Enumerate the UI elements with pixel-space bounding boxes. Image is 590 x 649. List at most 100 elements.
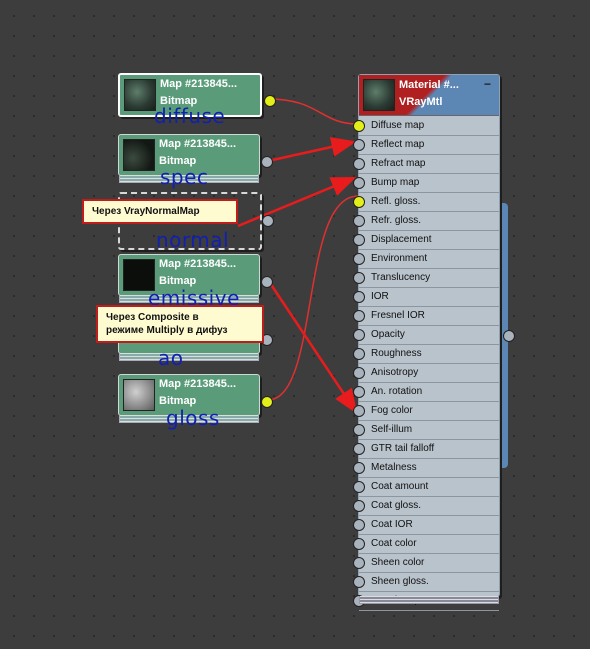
material-slot[interactable]: Fresnel IOR: [353, 308, 499, 326]
slot-label: Sheen color: [371, 557, 425, 568]
gloss-thumbnail: [123, 379, 155, 411]
material-slot[interactable]: Displacement: [353, 232, 499, 250]
arrow-emissive: [266, 279, 358, 415]
output-socket[interactable]: [261, 156, 273, 168]
slot-label: Coat IOR: [371, 519, 413, 530]
slot-label: Coat amount: [371, 481, 429, 492]
node-type: Bitmap: [159, 155, 197, 167]
material-slot[interactable]: Translucency: [353, 270, 499, 288]
material-slot[interactable]: Sheen gloss.: [353, 574, 499, 592]
node-footer: [119, 415, 259, 423]
slot-label: Coat gloss.: [371, 500, 422, 511]
input-socket[interactable]: [353, 500, 365, 512]
input-socket[interactable]: [353, 310, 365, 322]
input-socket[interactable]: [353, 234, 365, 246]
input-socket[interactable]: [353, 481, 365, 493]
node-title: Map #213845...: [160, 78, 238, 90]
material-slot[interactable]: Fog color: [353, 403, 499, 421]
note-ao-line2: режиме Multiply в дифуз: [106, 325, 228, 336]
material-title: Material #...: [399, 79, 459, 91]
slot-label: Fresnel IOR: [371, 310, 425, 321]
diffuse-thumbnail: [124, 79, 156, 111]
slot-label: Translucency: [371, 272, 431, 283]
node-footer: [119, 295, 259, 303]
input-socket[interactable]: [353, 519, 365, 531]
material-slot[interactable]: Coat IOR: [353, 517, 499, 535]
slot-label: Environment: [371, 253, 428, 264]
material-type: VRayMtl: [399, 96, 443, 108]
spec-thumbnail: [123, 139, 155, 171]
bitmap-node-emissive[interactable]: Map #213845... Bitmap: [118, 254, 273, 303]
material-slot[interactable]: Anisotropy: [353, 365, 499, 383]
material-slot[interactable]: Sheen color: [353, 555, 499, 573]
material-slot[interactable]: Diffuse map: [353, 118, 499, 136]
node-footer: [119, 175, 259, 183]
material-slot[interactable]: Environment: [353, 251, 499, 269]
slot-label: Reflect map: [371, 139, 425, 150]
note-normal-text: Через VrayNormalMap: [92, 206, 200, 217]
output-socket[interactable]: [261, 276, 273, 288]
material-slot[interactable]: Refract map: [353, 156, 499, 174]
material-slot[interactable]: An. rotation: [353, 384, 499, 402]
material-slot[interactable]: GTR tail falloff: [353, 441, 499, 459]
slot-label: Fog color: [371, 405, 413, 416]
input-socket[interactable]: [353, 557, 365, 569]
input-socket[interactable]: [353, 253, 365, 265]
slot-label: Self-illum: [371, 424, 413, 435]
material-thumbnail: [363, 79, 395, 111]
note-ao: Через Composite в режиме Multiply в дифу…: [96, 305, 264, 343]
input-socket[interactable]: [353, 272, 365, 284]
slot-label: Refl. gloss.: [371, 196, 421, 207]
node-title: Map #213845...: [159, 378, 237, 390]
input-socket[interactable]: [353, 177, 365, 189]
bitmap-node-diffuse[interactable]: Map #213845... Bitmap: [118, 73, 276, 117]
input-socket[interactable]: [353, 443, 365, 455]
input-socket[interactable]: [353, 158, 365, 170]
material-output-socket[interactable]: [503, 330, 515, 342]
material-header[interactable]: Material #... VRayMtl −: [359, 75, 499, 116]
input-socket[interactable]: [353, 215, 365, 227]
input-socket[interactable]: [353, 424, 365, 436]
slot-label: Diffuse map: [371, 120, 425, 131]
material-slot[interactable]: Refl. gloss.: [353, 194, 499, 212]
emissive-thumbnail: [123, 259, 155, 291]
bitmap-node-gloss[interactable]: Map #213845... Bitmap: [118, 374, 273, 423]
input-socket[interactable]: [353, 291, 365, 303]
slot-label: Opacity: [371, 329, 405, 340]
node-title: Map #213845...: [159, 258, 237, 270]
material-slot[interactable]: Roughness: [353, 346, 499, 364]
input-socket[interactable]: [353, 139, 365, 151]
material-node[interactable]: Material #... VRayMtl − Diffuse map Refle…: [353, 74, 515, 611]
material-slot[interactable]: Reflect map: [353, 137, 499, 155]
input-socket[interactable]: [353, 576, 365, 588]
material-slot[interactable]: IOR: [353, 289, 499, 307]
node-footer: [119, 353, 259, 361]
node-type: Bitmap: [159, 275, 197, 287]
input-socket[interactable]: [353, 348, 365, 360]
input-socket[interactable]: [353, 386, 365, 398]
material-slot[interactable]: Coat gloss.: [353, 498, 499, 516]
material-slot[interactable]: Metalness: [353, 460, 499, 478]
material-slot[interactable]: Refr. gloss.: [353, 213, 499, 231]
slot-label: GTR tail falloff: [371, 443, 435, 454]
output-socket[interactable]: [262, 215, 274, 227]
material-slot[interactable]: Coat amount: [353, 479, 499, 497]
input-socket[interactable]: [353, 329, 365, 341]
output-socket[interactable]: [261, 396, 273, 408]
material-slot[interactable]: Opacity: [353, 327, 499, 345]
material-slot[interactable]: Bump map: [353, 175, 499, 193]
bitmap-node-spec[interactable]: Map #213845... Bitmap: [118, 134, 273, 183]
input-socket[interactable]: [353, 538, 365, 550]
collapse-icon[interactable]: −: [484, 77, 491, 91]
input-socket[interactable]: [353, 367, 365, 379]
input-socket[interactable]: [353, 196, 365, 208]
output-socket[interactable]: [264, 95, 276, 107]
input-socket[interactable]: [353, 405, 365, 417]
input-socket[interactable]: [353, 120, 365, 132]
wire-diffuse: [267, 98, 359, 125]
input-socket[interactable]: [353, 462, 365, 474]
material-slot[interactable]: Coat color: [353, 536, 499, 554]
slot-label: IOR: [371, 291, 389, 302]
material-slot[interactable]: Self-illum: [353, 422, 499, 440]
slot-label: Sheen gloss.: [371, 576, 429, 587]
